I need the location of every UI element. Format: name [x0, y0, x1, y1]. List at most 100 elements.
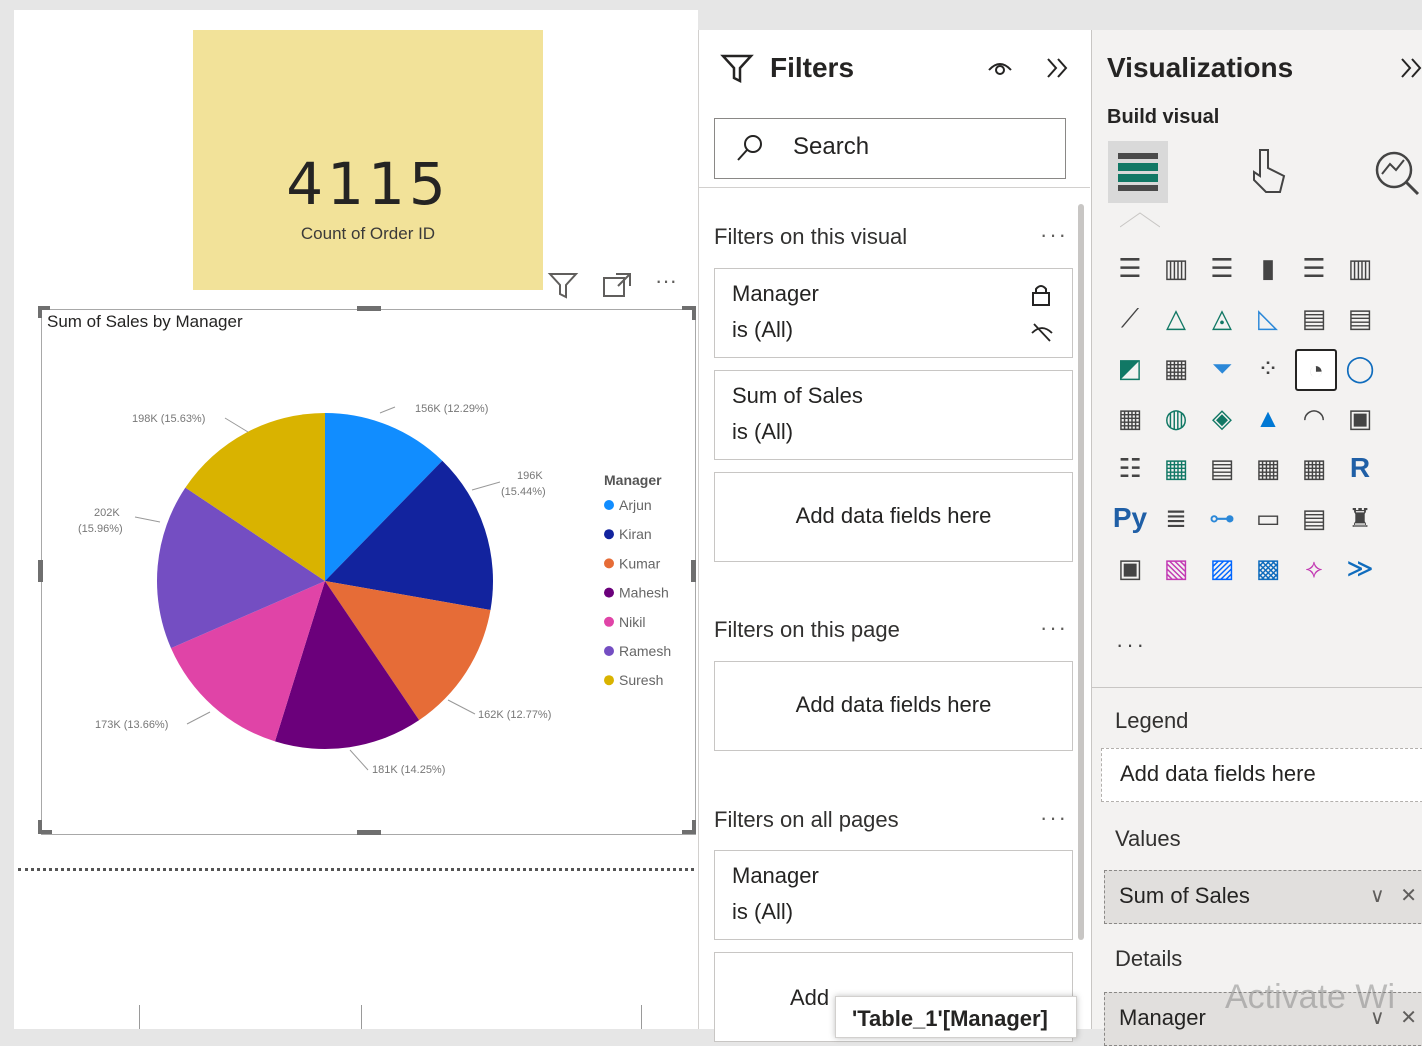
clustered-column-chart-icon[interactable]: ▥	[1157, 249, 1195, 287]
line-chart-icon[interactable]: ⟋	[1111, 299, 1149, 337]
filter-card-sum-of-sales[interactable]: Sum of Sales is (All)	[714, 370, 1073, 460]
filter-field: Manager	[732, 863, 819, 888]
values-well-label: Values	[1115, 826, 1181, 851]
donut-chart-icon[interactable]: ◯	[1341, 349, 1379, 387]
eye-icon[interactable]	[986, 56, 1014, 78]
legend-marker-nikil[interactable]	[604, 616, 614, 627]
funnel-chart-icon[interactable]: ⏷	[1203, 349, 1241, 387]
legend-marker-ramesh[interactable]	[604, 646, 614, 656]
chevron-visual-icon[interactable]: ≫	[1341, 549, 1379, 587]
add-data-fields-visual[interactable]: Add data fields here	[714, 472, 1073, 562]
legend-item-ramesh[interactable]: Ramesh	[619, 643, 671, 659]
collapse-pane-icon[interactable]	[1044, 56, 1072, 80]
section-more-icon[interactable]: ···	[1040, 805, 1068, 831]
tooltip-text: 'Table_1'[Manager]	[852, 1006, 1048, 1031]
filters-scrollbar[interactable]	[1078, 204, 1084, 940]
legend-marker-arjun[interactable]	[604, 500, 614, 510]
details-well-label: Details	[1115, 946, 1183, 971]
data-label-kiran: 196K (15.44%)	[501, 470, 546, 498]
scatter-chart-icon[interactable]: ⁘	[1249, 349, 1287, 387]
100-column-chart-icon[interactable]: ▥	[1341, 249, 1379, 287]
legend-marker-kiran[interactable]	[604, 529, 614, 540]
legend-item-mahesh[interactable]: Mahesh	[619, 585, 669, 601]
power-apps-icon[interactable]: ▧	[1157, 549, 1195, 587]
values-well-field[interactable]: Sum of Sales ∨ ✕	[1104, 870, 1422, 924]
analytics-icon[interactable]	[1370, 146, 1422, 198]
python-visual-icon[interactable]: Py	[1111, 499, 1149, 537]
more-visuals-icon[interactable]: ···	[1116, 632, 1147, 658]
field-tooltip: 'Table_1'[Manager]	[835, 996, 1077, 1038]
stacked-column-chart-icon[interactable]: ▮	[1249, 249, 1287, 287]
100-bar-chart-icon[interactable]: ☰	[1295, 249, 1333, 287]
search-icon	[737, 135, 762, 161]
section-filters-visual: Filters on this visual	[714, 224, 908, 249]
legend-item-kumar[interactable]: Kumar	[619, 555, 661, 571]
narrative-icon[interactable]: ▤	[1295, 499, 1333, 537]
paginated-report-icon[interactable]: ▣	[1111, 549, 1149, 587]
azure-map-icon[interactable]: ▲	[1249, 399, 1287, 437]
tab-pointer	[1120, 212, 1160, 228]
line-column-chart-icon[interactable]: ▤	[1295, 299, 1333, 337]
collapse-pane-icon[interactable]	[1400, 56, 1422, 80]
map-icon[interactable]: ◍	[1157, 399, 1195, 437]
filter-card-manager[interactable]: Manager is (All)	[714, 268, 1073, 358]
add-data-fields-page[interactable]: Add data fields here	[714, 661, 1073, 751]
section-more-icon[interactable]: ···	[1040, 615, 1068, 641]
section-filters-all: Filters on all pages	[714, 807, 899, 832]
fields-grid-icon	[1118, 153, 1158, 191]
metrics-icon[interactable]: ▩	[1249, 549, 1287, 587]
close-icon[interactable]: ✕	[1400, 1007, 1417, 1029]
legend-item-suresh[interactable]: Suresh	[619, 672, 663, 688]
clustered-bar-chart-icon[interactable]: ☰	[1203, 249, 1241, 287]
details-field-name: Manager	[1119, 1005, 1206, 1030]
r-visual-icon[interactable]: R	[1341, 449, 1379, 487]
multi-row-card-icon[interactable]: ☷	[1111, 449, 1149, 487]
section-more-icon[interactable]: ···	[1040, 222, 1068, 248]
legend-marker-mahesh[interactable]	[604, 587, 614, 598]
slicer-icon[interactable]: ▤	[1203, 449, 1241, 487]
legend-item-arjun[interactable]: Arjun	[619, 497, 652, 513]
close-icon[interactable]: ✕	[1400, 885, 1417, 907]
filter-field: Sum of Sales	[732, 383, 863, 408]
kpi-icon[interactable]: ▦	[1157, 449, 1195, 487]
filter-card-manager-all[interactable]: Manager is (All)	[714, 850, 1073, 940]
area-chart-icon[interactable]: △	[1157, 299, 1195, 337]
line-stacked-column-icon[interactable]: ▤	[1341, 299, 1379, 337]
area-100-chart-icon[interactable]: ◺	[1249, 299, 1287, 337]
ribbon-chart-icon[interactable]: ◩	[1111, 349, 1149, 387]
filters-search-input[interactable]: Search	[714, 118, 1066, 179]
values-field-name: Sum of Sales	[1119, 883, 1250, 908]
card-icon[interactable]: ▣	[1341, 399, 1379, 437]
chevron-down-icon[interactable]: ∨	[1370, 885, 1385, 907]
data-label-nikil: 173K (13.66%)	[95, 719, 168, 731]
field-controls[interactable]: ∨ ✕	[1370, 883, 1417, 908]
wells-divider	[1091, 687, 1422, 688]
legend-item-kiran[interactable]: Kiran	[619, 526, 652, 542]
canvas-divider	[18, 868, 694, 871]
filled-map-icon[interactable]: ◈	[1203, 399, 1241, 437]
power-automate-icon[interactable]: ▨	[1203, 549, 1241, 587]
stacked-area-chart-icon[interactable]: ◬	[1203, 299, 1241, 337]
stacked-bar-chart-icon[interactable]: ☰	[1111, 249, 1149, 287]
filters-separator	[698, 187, 1090, 188]
table-icon[interactable]: ▦	[1249, 449, 1287, 487]
legend-marker-suresh[interactable]	[604, 675, 614, 686]
format-visual-icon[interactable]	[1246, 146, 1290, 196]
treemap-icon[interactable]: ▦	[1111, 399, 1149, 437]
build-visual-tab[interactable]	[1108, 141, 1168, 203]
legend-well[interactable]: Add data fields here	[1101, 748, 1422, 802]
pie-chart-icon[interactable]: ◔	[1295, 349, 1337, 391]
diamond-visual-icon[interactable]: ⟡	[1295, 549, 1333, 587]
goals-icon[interactable]: ♜	[1341, 499, 1379, 537]
qa-icon[interactable]: ▭	[1249, 499, 1287, 537]
hide-filter-icon[interactable]	[1029, 321, 1055, 343]
decomposition-tree-icon[interactable]: ⊶	[1203, 499, 1241, 537]
key-influencers-icon[interactable]: ≣	[1157, 499, 1195, 537]
data-label-mahesh: 181K (14.25%)	[372, 764, 445, 776]
legend-item-nikil[interactable]: Nikil	[619, 614, 645, 630]
waterfall-chart-icon[interactable]: ▦	[1157, 349, 1195, 387]
matrix-icon[interactable]: ▦	[1295, 449, 1333, 487]
legend-marker-kumar[interactable]	[604, 558, 614, 569]
gauge-icon[interactable]: ◠	[1295, 399, 1333, 437]
lock-icon[interactable]	[1031, 283, 1051, 307]
